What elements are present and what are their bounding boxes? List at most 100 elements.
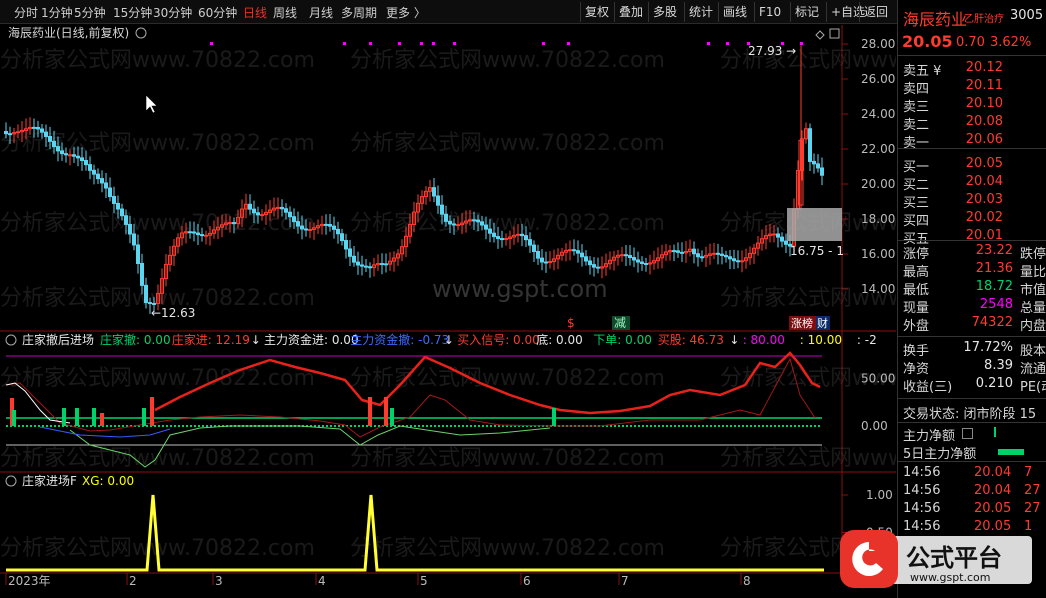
period-tab[interactable]: 更多 〉 [386, 4, 426, 21]
tick-price: 20.05 [974, 501, 1012, 516]
order-price: 20.05 [965, 156, 1003, 171]
watermark-text: 分析家公式网www.70822.com [720, 48, 896, 73]
candle-body [484, 224, 488, 230]
period-tab[interactable]: 周线 [273, 4, 297, 21]
candle-body [432, 187, 436, 197]
candle-body [732, 258, 736, 262]
candle-body [488, 228, 492, 234]
last-price: 20.05 [902, 32, 953, 51]
candle-body [700, 256, 704, 259]
signal-bar [92, 408, 96, 426]
price-change-pct: 3.62% [990, 35, 1032, 50]
toolbar-button[interactable]: 返回 [859, 2, 892, 22]
main-flow-label[interactable]: 主力净额 [903, 425, 955, 444]
candle-body [480, 221, 484, 226]
indicator-axis-label: 50.00 [861, 372, 895, 386]
order-price: 20.04 [965, 174, 1003, 189]
indicator-value: ↓ [251, 333, 261, 347]
candle-body [456, 224, 460, 227]
logo-name: 公式平台 [906, 544, 1002, 572]
candle-body [500, 238, 504, 241]
concept-tag[interactable]: 乙肝治疗 [964, 10, 1004, 25]
stat-value: 2548 [979, 297, 1013, 312]
toolbar-button[interactable]: 多股 [648, 2, 681, 22]
signal-bar [384, 397, 388, 426]
price-change: 0.70 [956, 35, 985, 50]
ask-row[interactable]: 卖五 ¥ 20.12 [898, 60, 1046, 79]
divider [898, 148, 1046, 149]
ask-row[interactable]: 卖三 20.10 [898, 96, 1046, 115]
indicator-value: 庄家撤: 0.00 [100, 332, 171, 347]
bid-row[interactable]: 买三 20.03 [898, 192, 1046, 211]
period-tab[interactable]: 分时 [14, 4, 38, 21]
candle-body [328, 224, 332, 227]
toolbar-button[interactable]: 画线 [718, 2, 751, 22]
candle-body [736, 260, 740, 263]
candle-body [640, 261, 644, 265]
order-level-label: 买二 [903, 178, 930, 193]
toolbar-button[interactable]: 叠加 [614, 2, 647, 22]
candle-body [540, 257, 544, 263]
price-axis-label: 22.00 [861, 142, 895, 156]
flow-bar [994, 427, 996, 437]
candle-body [108, 187, 112, 198]
candle-body [260, 214, 264, 217]
candle-body [632, 257, 636, 261]
mouse-cursor-icon [145, 94, 158, 114]
stat-row: 涨停 23.22 跌停 [898, 243, 1046, 262]
candle-body [816, 163, 820, 169]
candle-body [140, 262, 144, 286]
expand-icon[interactable] [962, 428, 973, 439]
period-tab[interactable]: 30分钟 [153, 4, 192, 21]
indicator-axis-label: 0.00 [861, 419, 888, 433]
period-tab[interactable]: 月线 [309, 4, 333, 21]
toolbar-button[interactable]: 复权 [580, 2, 613, 22]
candle-body [8, 133, 12, 136]
indicator-value: 底: 0.00 [536, 332, 583, 347]
ask-row[interactable]: 卖二 20.08 [898, 114, 1046, 133]
candle-body [620, 254, 624, 257]
period-tab[interactable]: 1分钟 [41, 4, 73, 21]
period-tab[interactable]: 日线 [243, 4, 267, 21]
candle-body [88, 164, 92, 171]
event-tag: $ [567, 316, 575, 330]
candle-body [492, 232, 496, 238]
tick-time: 14:56 [903, 483, 941, 498]
period-tab[interactable]: 60分钟 [198, 4, 237, 21]
stat-row: 现量 2548 总量 [898, 297, 1046, 316]
bid-row[interactable]: 买四 20.02 [898, 210, 1046, 229]
bid-row[interactable]: 买一 20.05 [898, 156, 1046, 175]
price-axis-label: 24.00 [861, 107, 895, 121]
period-tab[interactable]: 多周期 [341, 4, 377, 21]
kline-chart-area[interactable]: 28.0026.0024.0022.0020.0018.0016.0014.00… [0, 25, 896, 598]
candle-body [436, 195, 440, 206]
bid-row[interactable]: 买二 20.04 [898, 174, 1046, 193]
candle-body [588, 260, 592, 266]
candle-body [712, 252, 716, 255]
candle-body [624, 254, 628, 257]
stat-value: 74322 [971, 315, 1013, 330]
candle-body [596, 266, 600, 269]
stat-row: 外盘 74322 内盘 [898, 315, 1046, 334]
divider [898, 336, 1046, 337]
candle-body [636, 259, 640, 263]
toolbar-button[interactable]: 统计 [684, 2, 717, 22]
stat-label: 总量 [1020, 301, 1046, 316]
period-tab[interactable]: 5分钟 [74, 4, 106, 21]
candle-body [76, 155, 80, 159]
stat-label: 市值 [1020, 283, 1046, 298]
candle-body [116, 202, 120, 210]
chevron-down-icon [5, 475, 17, 487]
candle-body [580, 252, 584, 258]
time-axis-label: 2023年 [8, 574, 51, 588]
candle-body [92, 169, 96, 175]
period-tab[interactable]: 15分钟 [113, 4, 152, 21]
toolbar-button[interactable]: 标记 [790, 2, 823, 22]
ask-row[interactable]: 卖四 20.11 [898, 78, 1046, 97]
toolbar-button[interactable]: F10 [754, 2, 785, 22]
candle-body [352, 255, 356, 263]
watermark-text: 分析家公式网www.70822.com [350, 48, 665, 73]
order-level-label: 买三 [903, 196, 930, 211]
candle-body [496, 236, 500, 240]
candle-body [44, 131, 48, 137]
